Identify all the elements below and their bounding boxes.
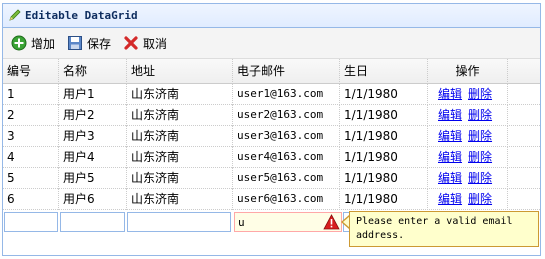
cell-birthday: 1/1/1980 [340,168,428,189]
edit-link[interactable]: 编辑 [438,150,462,164]
cell-email: user1@163.com [233,84,340,105]
name-input[interactable] [60,212,125,232]
add-button[interactable]: 增加 [11,34,55,52]
delete-link[interactable]: 删除 [468,192,492,206]
header-address[interactable]: 地址 [127,59,233,84]
cell-id: 6 [3,189,59,210]
edit-link[interactable]: 编辑 [438,108,462,122]
cell-actions: 编辑 删除 [428,147,508,168]
validation-tooltip: Please enter a valid email address. [349,211,539,247]
panel-title-bar: Editable DataGrid [3,4,540,28]
save-button[interactable]: 保存 [67,34,111,52]
header-name[interactable]: 名称 [59,59,127,84]
cell-address: 山东济南 [127,189,233,210]
cell-email: user6@163.com [233,189,340,210]
cell-name: 用户2 [59,105,127,126]
cancel-icon [124,36,138,50]
header-id[interactable]: 编号 [3,59,59,84]
cell-address: 山东济南 [127,168,233,189]
cell-actions: 编辑 删除 [428,84,508,105]
header-email[interactable]: 电子邮件 [233,59,340,84]
delete-link[interactable]: 删除 [468,150,492,164]
edit-link[interactable]: 编辑 [438,171,462,185]
header-birthday[interactable]: 生日 [340,59,428,84]
cell-actions: 编辑 删除 [428,189,508,210]
id-input[interactable] [4,212,58,232]
save-icon [68,36,82,50]
cell-address: 山东济南 [127,105,233,126]
cell-name: 用户1 [59,84,127,105]
cell-id: 3 [3,126,59,147]
delete-link[interactable]: 删除 [468,129,492,143]
cell-email: user4@163.com [233,147,340,168]
warning-icon [323,214,340,230]
table-row[interactable]: 6 用户6 山东济南 user6@163.com 1/1/1980 编辑 删除 [3,189,540,210]
cell-id: 2 [3,105,59,126]
delete-link[interactable]: 删除 [468,87,492,101]
save-button-label: 保存 [87,36,112,51]
toolbar: 增加 保存 取消 [3,28,540,59]
cell-address: 山东济南 [127,126,233,147]
cell-email: user5@163.com [233,168,340,189]
pencil-icon [9,9,21,21]
cell-id: 1 [3,84,59,105]
table-row[interactable]: 3 用户3 山东济南 user3@163.com 1/1/1980 编辑 删除 [3,126,540,147]
cell-actions: 编辑 删除 [428,105,508,126]
cell-birthday: 1/1/1980 [340,147,428,168]
edit-link[interactable]: 编辑 [438,129,462,143]
cancel-button[interactable]: 取消 [123,34,167,52]
cell-address: 山东济南 [127,84,233,105]
header-actions[interactable]: 操作 [428,59,508,84]
grid-header: 编号 名称 地址 电子邮件 生日 操作 [3,59,540,84]
edit-link[interactable]: 编辑 [438,192,462,206]
table-row[interactable]: 4 用户4 山东济南 user4@163.com 1/1/1980 编辑 删除 [3,147,540,168]
add-button-label: 增加 [31,36,56,51]
address-input[interactable] [127,212,231,232]
cell-email: user2@163.com [233,105,340,126]
cell-address: 山东济南 [127,147,233,168]
cell-actions: 编辑 删除 [428,168,508,189]
cell-birthday: 1/1/1980 [340,84,428,105]
table-row[interactable]: 5 用户5 山东济南 user5@163.com 1/1/1980 编辑 删除 [3,168,540,189]
table-row[interactable]: 1 用户1 山东济南 user1@163.com 1/1/1980 编辑 删除 [3,84,540,105]
cell-birthday: 1/1/1980 [340,105,428,126]
cell-name: 用户3 [59,126,127,147]
cell-name: 用户4 [59,147,127,168]
cell-birthday: 1/1/1980 [340,189,428,210]
cell-id: 4 [3,147,59,168]
table-row[interactable]: 2 用户2 山东济南 user2@163.com 1/1/1980 编辑 删除 [3,105,540,126]
cell-name: 用户6 [59,189,127,210]
delete-link[interactable]: 删除 [468,108,492,122]
cancel-button-label: 取消 [143,36,168,51]
cell-name: 用户5 [59,168,127,189]
cell-actions: 编辑 删除 [428,126,508,147]
cell-email: user3@163.com [233,126,340,147]
add-icon [11,35,27,51]
panel-title: Editable DataGrid [25,9,138,22]
edit-link[interactable]: 编辑 [438,87,462,101]
cell-id: 5 [3,168,59,189]
cell-birthday: 1/1/1980 [340,126,428,147]
delete-link[interactable]: 删除 [468,171,492,185]
